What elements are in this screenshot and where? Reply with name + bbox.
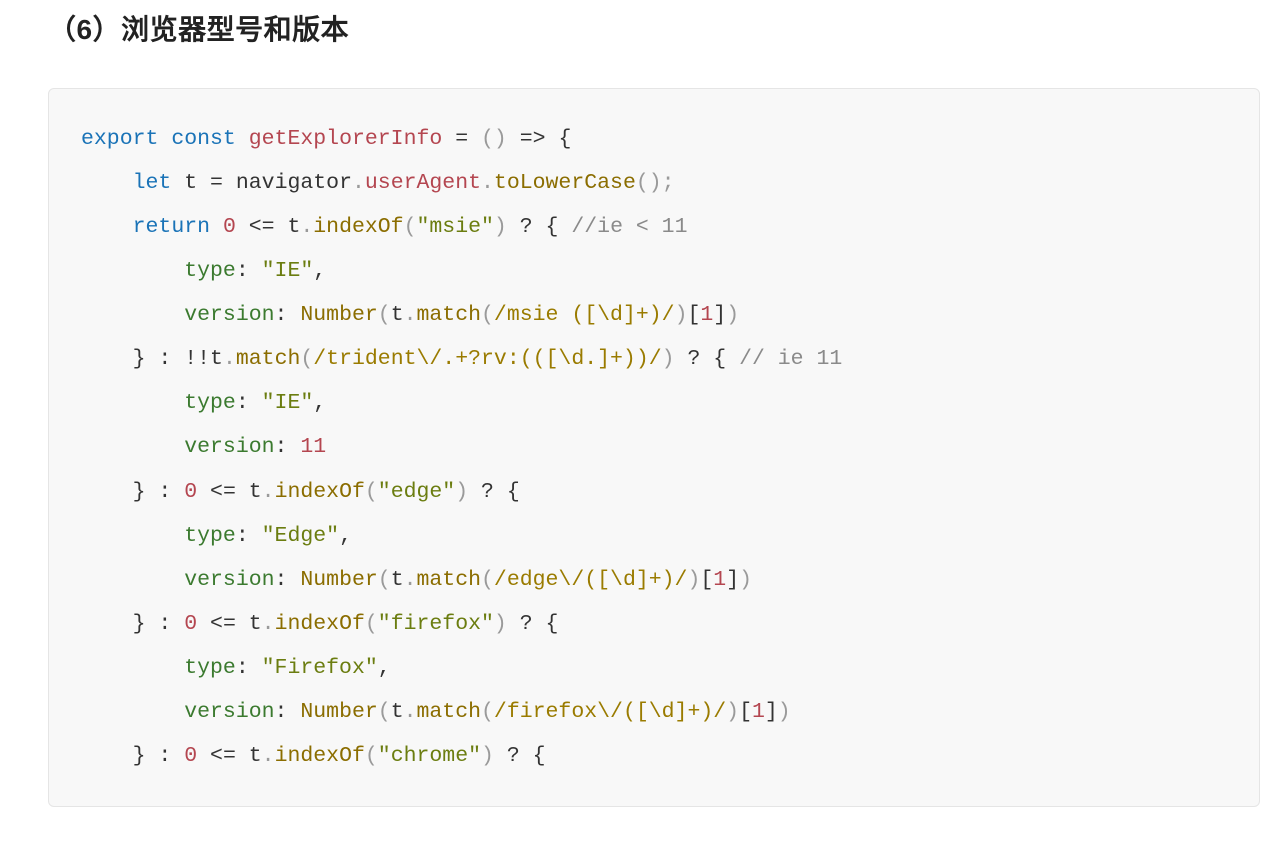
- code-line: type: "Firefox",: [81, 656, 391, 680]
- code-line: export const getExplorerInfo = () => {: [81, 127, 571, 151]
- code-line: version: 11: [81, 435, 326, 459]
- code-line: } : !!t.match(/trident\/.+?rv:(([\d.]+))…: [81, 347, 842, 371]
- code-line: let t = navigator.userAgent.toLowerCase(…: [81, 171, 675, 195]
- code-line: type: "IE",: [81, 259, 326, 283]
- code-line: version: Number(t.match(/firefox\/([\d]+…: [81, 700, 791, 724]
- code-line: version: Number(t.match(/msie ([\d]+)/)[…: [81, 303, 739, 327]
- code-block: export const getExplorerInfo = () => { l…: [48, 88, 1260, 807]
- code-line: type: "Edge",: [81, 524, 352, 548]
- code-line: } : 0 <= t.indexOf("firefox") ? {: [81, 612, 558, 636]
- section-heading: （6）浏览器型号和版本: [48, 8, 1260, 48]
- code-line: } : 0 <= t.indexOf("chrome") ? {: [81, 744, 546, 768]
- code-content: export const getExplorerInfo = () => { l…: [81, 127, 842, 768]
- code-line: version: Number(t.match(/edge\/([\d]+)/)…: [81, 568, 752, 592]
- code-line: return 0 <= t.indexOf("msie") ? { //ie <…: [81, 215, 687, 239]
- code-line: type: "IE",: [81, 391, 326, 415]
- code-line: } : 0 <= t.indexOf("edge") ? {: [81, 480, 520, 504]
